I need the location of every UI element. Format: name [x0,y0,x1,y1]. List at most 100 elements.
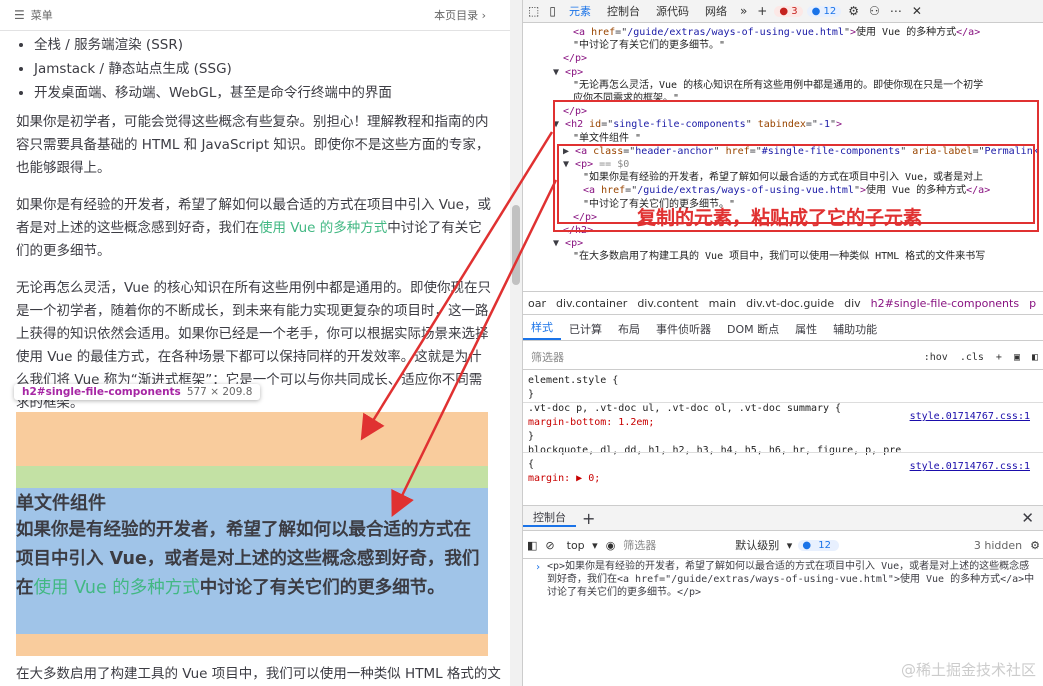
watermark: @稀土掘金技术社区 [900,661,1036,679]
breadcrumb: oar div.container div.content main div.vt-do… [523,291,1043,315]
gear-icon[interactable]: ⚙ [843,4,864,18]
css-rule-line[interactable]: margin-bottom: 1.2em; [528,416,654,430]
css-rule-line[interactable]: } [528,430,534,444]
styles-tab[interactable]: 布局 [610,321,648,337]
console-log-entry[interactable]: <p>如果你是有经验的开发者，希望了解如何以最合适的方式在项目中引入 Vue，或… [547,560,1037,599]
error-badge[interactable]: ● 3 [774,5,803,17]
styles-tab[interactable]: 事件侦听器 [648,321,719,337]
highlight-h2-content[interactable]: 单文件组件 如果你是有经验的开发者，希望了解如何以最合适的方式在项目中引入 Vu… [16,488,488,634]
styles-tab[interactable]: 属性 [787,321,825,337]
css-rule-line[interactable]: { [528,458,534,472]
styles-filter-input[interactable]: 筛选器 [531,349,918,365]
add-rule-icon[interactable]: + [990,352,1008,363]
paragraph-experienced: 如果你是有经验的开发者，希望了解如何以最合适的方式在项目中引入 Vue，或者是对… [16,194,494,263]
pasted-paragraph: 如果你是有经验的开发者，希望了解如何以最合适的方式在项目中引入 Vue，或者是对… [16,516,488,603]
pasted-link[interactable]: 使用 Vue 的多种方式 [34,578,200,598]
error-count: 3 [791,5,798,17]
tab-elements[interactable]: 元素 [561,3,599,19]
dom-node-line[interactable]: ▼ <p> [553,66,583,79]
highlight-margin-top [16,412,488,466]
context-select[interactable]: top ▾ [559,539,602,552]
breadcrumb-item[interactable]: div.container [551,297,632,310]
close-icon[interactable]: ✕ [907,4,927,18]
dom-node-line[interactable]: <a href="/guide/extras/ways-of-using-vue… [573,26,980,39]
doc-topbar: ☰ 菜单 本页目录 › [0,0,510,31]
hidden-count: 3 hidden [973,538,1023,552]
styles-pane[interactable]: element.style {} .vt-doc p, .vt-doc ul, .… [523,372,1043,502]
breadcrumb-item[interactable]: div [839,297,866,310]
console-toolbar: ◧ ⊘ top ▾ ◉ 筛选器 默认级别 ▾ ● 12 3 hidden ⚙ [523,532,1043,559]
dom-node-line[interactable]: "中讨论了有关它们的更多细节。" [573,39,725,52]
styles-tab[interactable]: 样式 [523,319,561,340]
breadcrumb-item[interactable]: main [704,297,741,310]
chevron-right-icon: › [535,562,542,573]
breadcrumb-item[interactable]: p [1024,297,1041,310]
level-label: 默认级别 [735,539,780,552]
message-badge[interactable]: ● 12 [806,5,842,17]
page-scrollbar[interactable] [510,0,522,686]
menu-button[interactable]: ☰ 菜单 [14,7,53,23]
console-badge-count: 12 [818,539,831,551]
styles-tabbar: 样式 已计算 布局 事件侦听器 DOM 断点 属性 辅助功能 [523,318,1043,341]
plus-icon[interactable]: + [752,4,772,18]
styles-filter-row: 筛选器 :hov .cls + ▣ ◧ [523,345,1043,370]
annotation-text: 复制的元素，粘贴成了它的子元素 [637,207,923,229]
h2-single-file-components: 单文件组件 [16,493,106,514]
ways-of-using-vue-link[interactable]: 使用 Vue 的多种方式 [259,220,387,236]
toc-label: 本页目录 [434,9,479,22]
devtools-tabbar: ⬚ ▯ 元素 控制台 源代码 网络 » + ● 3 ● 12 ⚙ ⚇ ⋯ ✕ [523,0,1043,23]
cls-button[interactable]: .cls [954,352,990,363]
dom-node-line[interactable]: ▼ <p> [553,237,583,250]
css-rule-line[interactable]: } [528,388,534,402]
tab-console-drawer[interactable]: 控制台 [523,509,576,527]
chevron-right-icon: › [481,9,486,22]
console-settings-icon[interactable]: ⚙ [1026,539,1043,552]
list-item: Jamstack / 静态站点生成 (SSG) [34,57,494,81]
toc-button[interactable]: 本页目录 › [434,7,486,23]
kebab-icon[interactable]: ⋯ [885,4,907,18]
dom-node-line[interactable]: "在大多数启用了构建工具的 Vue 项目中，我们可以使用一种类似 HTML 格式… [573,250,985,263]
list-item: 开发桌面端、移动端、WebGL，甚至是命令行终端中的界面 [34,81,494,105]
dom-node-line[interactable]: "无论再怎么灵活，Vue 的核心知识在所有这些用例中都是通用的。即使你现在只是一… [573,79,983,92]
hov-button[interactable]: :hov [918,352,954,363]
breadcrumb-item[interactable]: oar [523,297,551,310]
plus-icon[interactable]: + [576,509,601,528]
context-label: top [566,538,585,552]
highlight-padding [16,466,488,488]
tab-console[interactable]: 控制台 [599,3,648,19]
style-source-link[interactable]: style.01714767.css:1 [910,460,1030,474]
device-icon[interactable]: ▯ [544,4,561,18]
eye-icon[interactable]: ◉ [602,539,620,552]
dom-node-line[interactable]: </p> [563,52,587,65]
drawer-tabbar: 控制台 + ✕ [523,505,1043,531]
close-drawer-icon[interactable]: ✕ [1021,509,1034,527]
breadcrumb-item[interactable]: div.content [632,297,703,310]
style-source-link[interactable]: style.01714767.css:1 [910,410,1030,424]
paint-icon[interactable]: ▣ [1008,352,1026,363]
console-filter-input[interactable]: 筛选器 [619,537,727,553]
more-tabs-icon[interactable]: » [735,4,752,18]
css-rule-line[interactable]: blockquote, dl, dd, h1, h2, h3, h4, h5, … [528,444,901,458]
css-rule-line[interactable]: margin: ▶ 0; [528,472,600,486]
devtools-panel: ⬚ ▯ 元素 控制台 源代码 网络 » + ● 3 ● 12 ⚙ ⚇ ⋯ ✕ <… [522,0,1043,686]
sidebar-icon[interactable]: ◧ [523,539,541,552]
inspect-tooltip: h2#single-file-components 577 × 209.8 [14,384,261,400]
tab-network[interactable]: 网络 [697,3,735,19]
console-message-badge[interactable]: ● 12 [798,539,839,551]
css-rule-line[interactable]: element.style { [528,374,618,388]
breadcrumb-item[interactable]: div.vt-doc.guide [741,297,839,310]
user-icon[interactable]: ⚇ [864,4,885,18]
css-rule-line[interactable]: .vt-doc p, .vt-doc ul, .vt-doc ol, .vt-d… [528,402,841,416]
level-select[interactable]: 默认级别 ▾ [727,537,796,553]
paragraph-build-tools: 在大多数启用了构建工具的 Vue 项目中，我们可以使用一种类似 HTML 格式的… [16,666,501,682]
scrollbar-thumb[interactable] [512,205,520,285]
styles-tab[interactable]: DOM 断点 [719,321,787,337]
inspect-icon[interactable]: ⬚ [523,4,544,18]
tab-sources[interactable]: 源代码 [648,3,697,19]
clear-console-icon[interactable]: ⊘ [541,539,558,552]
styles-tab[interactable]: 辅助功能 [825,321,885,337]
styles-tab[interactable]: 已计算 [561,321,610,337]
tooltip-selector: h2#single-file-components [22,386,181,398]
sidebar-toggle-icon[interactable]: ◧ [1026,352,1043,363]
breadcrumb-item[interactable]: h2#single-file-components [866,297,1024,310]
